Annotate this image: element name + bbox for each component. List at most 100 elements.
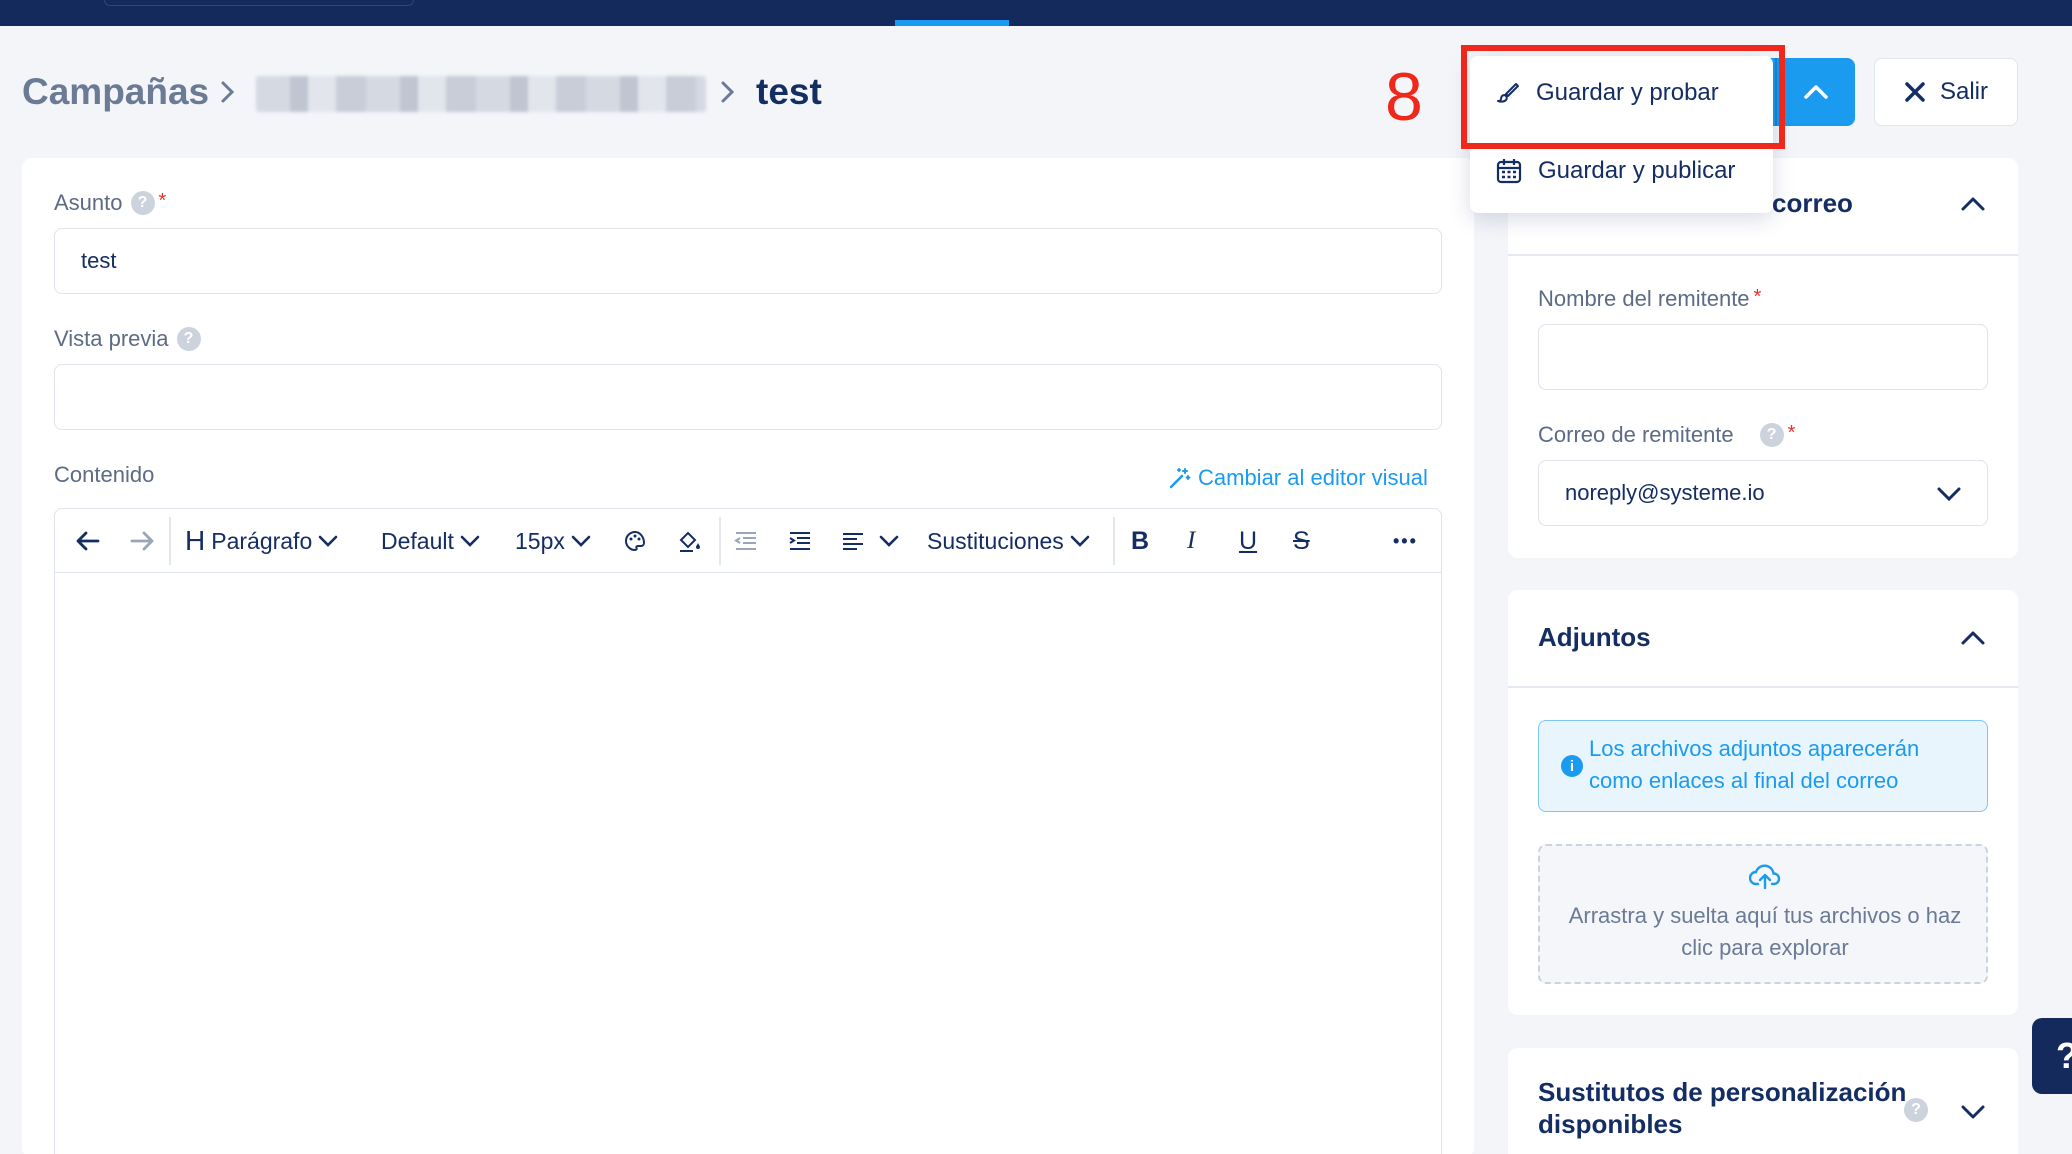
magic-wand-icon bbox=[1169, 468, 1191, 489]
attachments-header[interactable]: Adjuntos bbox=[1508, 590, 2018, 686]
subject-value: test bbox=[81, 248, 117, 273]
chevron-down-icon bbox=[318, 535, 338, 547]
toolbar-divider bbox=[169, 517, 171, 565]
active-tab-indicator bbox=[895, 20, 1009, 26]
attachments-info-text: Los archivos adjuntos aparecerán como en… bbox=[1589, 736, 1920, 793]
text-color-button[interactable] bbox=[623, 509, 647, 573]
chevron-down-icon bbox=[1070, 535, 1090, 547]
required-mark: * bbox=[1787, 422, 1796, 444]
substitutions-dropdown[interactable]: Sustituciones bbox=[927, 509, 1090, 573]
sender-email-label: Correo de remitente bbox=[1538, 422, 1734, 447]
arrow-right-icon bbox=[130, 531, 154, 551]
info-icon: i bbox=[1561, 755, 1583, 777]
required-mark: * bbox=[158, 190, 167, 212]
sender-email-value: noreply@systeme.io bbox=[1565, 480, 1765, 505]
font-label: Default bbox=[381, 527, 454, 554]
sender-email-label-row: Correo de remitente ? * bbox=[1538, 422, 1795, 448]
substitutions-title: Sustitutos de personalización disponible… bbox=[1538, 1077, 1907, 1139]
chevron-down-icon bbox=[571, 535, 591, 547]
chevron-up-icon bbox=[1961, 197, 1985, 211]
content-label-text: Contenido bbox=[54, 462, 155, 487]
undo-button[interactable] bbox=[75, 509, 101, 573]
outdent-icon bbox=[734, 532, 756, 550]
help-widget-button[interactable]: ? bbox=[2032, 1018, 2072, 1094]
chevron-down-icon bbox=[460, 535, 480, 547]
header-divider bbox=[1508, 686, 2018, 688]
preview-input[interactable] bbox=[54, 364, 1442, 430]
toolbar-divider bbox=[1113, 517, 1115, 565]
top-navbar bbox=[0, 0, 2072, 26]
chevron-down-icon bbox=[879, 535, 899, 547]
paragraph-style-dropdown[interactable]: H Parágrafo bbox=[185, 509, 338, 573]
subject-label: Asunto bbox=[54, 190, 123, 215]
toolbar-divider bbox=[719, 517, 721, 565]
help-widget-label: ? bbox=[2056, 1035, 2072, 1077]
sender-name-input[interactable] bbox=[1538, 324, 1988, 390]
email-settings-card: correo Nombre del remitente * Correo de … bbox=[1508, 158, 2018, 558]
breadcrumb-chevron-icon bbox=[218, 72, 238, 112]
bold-button[interactable]: B bbox=[1131, 509, 1149, 573]
attachments-dropzone[interactable]: Arrastra y suelta aquí tus archivos o ha… bbox=[1538, 844, 1988, 984]
breadcrumb-chevron-icon bbox=[718, 72, 738, 112]
annotation-highlight-box bbox=[1461, 45, 1785, 149]
subject-input[interactable]: test bbox=[54, 228, 1442, 294]
preview-label-row: Vista previa ? bbox=[54, 326, 201, 352]
calendar-icon bbox=[1496, 159, 1522, 184]
help-icon[interactable]: ? bbox=[1759, 423, 1784, 447]
more-options-button[interactable]: ••• bbox=[1393, 509, 1418, 573]
step-number-annotation: 8 bbox=[1385, 59, 1423, 135]
sender-email-select[interactable]: noreply@systeme.io bbox=[1538, 460, 1988, 526]
substitutions-label: Sustituciones bbox=[927, 527, 1064, 554]
font-size-dropdown[interactable]: 15px bbox=[515, 509, 591, 573]
italic-button[interactable]: I bbox=[1187, 509, 1195, 573]
background-color-button[interactable] bbox=[677, 509, 703, 573]
attachments-card: Adjuntos i Los archivos adjuntos aparece… bbox=[1508, 590, 2018, 1015]
font-family-dropdown[interactable]: Default bbox=[381, 509, 480, 573]
palette-icon bbox=[625, 530, 646, 552]
breadcrumb-current: test bbox=[756, 71, 822, 112]
attachments-info-box: i Los archivos adjuntos aparecerán como … bbox=[1538, 720, 1988, 812]
dropzone-text: Arrastra y suelta aquí tus archivos o ha… bbox=[1568, 903, 1962, 960]
substitutions-header[interactable]: Sustitutos de personalización disponible… bbox=[1508, 1048, 2018, 1154]
switch-visual-editor-link[interactable]: Cambiar al editor visual bbox=[1168, 465, 1428, 491]
indent-icon bbox=[789, 532, 810, 550]
save-options-toggle[interactable] bbox=[1777, 58, 1855, 126]
help-icon[interactable]: ? bbox=[1904, 1098, 1928, 1122]
sender-name-label-row: Nombre del remitente * bbox=[1538, 286, 1761, 312]
chevron-down-icon bbox=[1937, 487, 1961, 501]
header-divider bbox=[1508, 254, 2018, 256]
align-dropdown[interactable] bbox=[841, 509, 899, 573]
align-left-icon bbox=[843, 533, 863, 550]
content-editor[interactable]: H Parágrafo Default 15px Sustituciones B… bbox=[54, 508, 1442, 1154]
strikethrough-button[interactable]: S bbox=[1293, 509, 1310, 573]
chevron-up-icon bbox=[1961, 631, 1985, 645]
attachments-title: Adjuntos bbox=[1538, 622, 1651, 652]
breadcrumb-campaigns[interactable]: Campañas bbox=[22, 71, 209, 112]
content-label: Contenido bbox=[54, 462, 154, 488]
underline-button[interactable]: U bbox=[1239, 509, 1257, 573]
chevron-up-icon bbox=[1804, 85, 1828, 99]
outdent-button[interactable] bbox=[733, 509, 759, 573]
font-size-label: 15px bbox=[515, 527, 565, 554]
email-settings-title-suffix: correo bbox=[1772, 188, 1853, 218]
substitutions-card: Sustitutos de personalización disponible… bbox=[1508, 1048, 2018, 1154]
paint-bucket-icon bbox=[679, 531, 700, 552]
subject-label-row: Asunto ? * bbox=[54, 190, 166, 216]
arrow-left-icon bbox=[76, 531, 100, 551]
preview-label: Vista previa bbox=[54, 326, 169, 351]
sender-name-label: Nombre del remitente bbox=[1538, 286, 1750, 311]
help-icon[interactable]: ? bbox=[176, 327, 201, 351]
editor-toolbar: H Parágrafo Default 15px Sustituciones B… bbox=[55, 509, 1441, 573]
switch-visual-editor-label: Cambiar al editor visual bbox=[1198, 465, 1428, 490]
heading-icon: H bbox=[185, 525, 206, 556]
indent-button[interactable] bbox=[787, 509, 813, 573]
breadcrumb-redacted-item[interactable] bbox=[256, 76, 706, 112]
close-icon bbox=[1905, 82, 1925, 102]
navbar-search-outline[interactable] bbox=[104, 0, 414, 6]
help-icon[interactable]: ? bbox=[130, 191, 155, 215]
paragraph-label: Parágrafo bbox=[211, 527, 313, 554]
exit-button[interactable]: Salir bbox=[1874, 58, 2018, 126]
redo-button[interactable] bbox=[129, 509, 155, 573]
cloud-upload-icon bbox=[1749, 864, 1781, 890]
menu-save-and-publish-label: Guardar y publicar bbox=[1538, 157, 1736, 184]
